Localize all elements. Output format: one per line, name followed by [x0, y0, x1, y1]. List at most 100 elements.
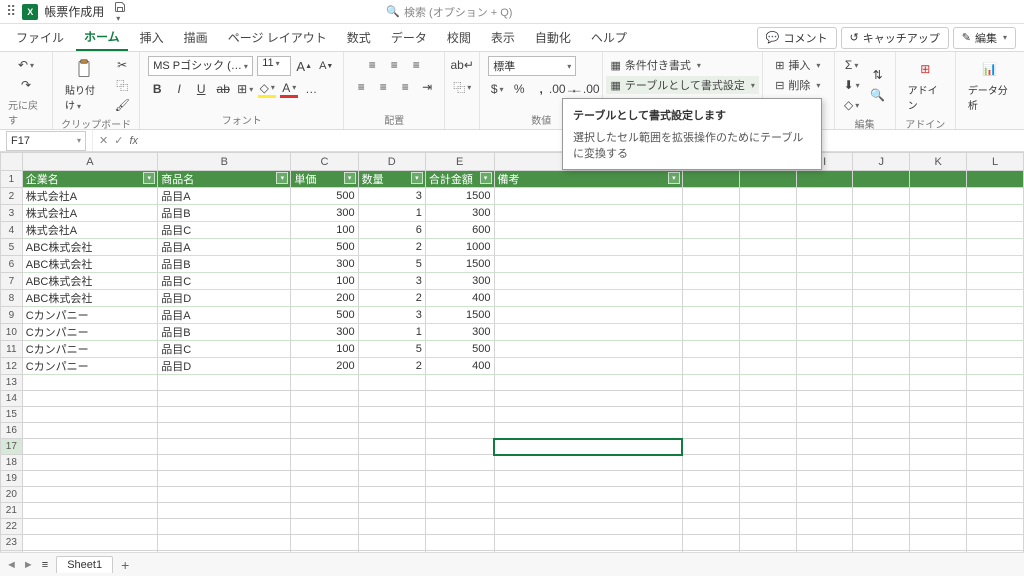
- cell[interactable]: [682, 273, 739, 290]
- cell[interactable]: [494, 455, 682, 471]
- row-header[interactable]: 23: [1, 535, 23, 551]
- cell[interactable]: [910, 273, 967, 290]
- cell[interactable]: [158, 455, 291, 471]
- decrease-font-button[interactable]: A▼: [317, 57, 335, 75]
- cell[interactable]: 3: [358, 273, 425, 290]
- cell[interactable]: [967, 391, 1024, 407]
- filter-dropdown-icon[interactable]: ▾: [143, 172, 155, 184]
- editing-mode-button[interactable]: ✎編集: [953, 27, 1016, 49]
- cell[interactable]: [158, 551, 291, 553]
- row-header[interactable]: 17: [1, 439, 23, 455]
- comments-button[interactable]: 💬コメント: [757, 27, 837, 49]
- cell[interactable]: [22, 551, 157, 553]
- cell[interactable]: [853, 341, 910, 358]
- cell[interactable]: [22, 471, 157, 487]
- cell[interactable]: [910, 487, 967, 503]
- cell[interactable]: 500: [291, 188, 358, 205]
- cell[interactable]: [967, 471, 1024, 487]
- cell[interactable]: [425, 407, 494, 423]
- cell[interactable]: 品目C: [158, 341, 291, 358]
- increase-decimal-button[interactable]: .00→: [554, 80, 572, 98]
- cell[interactable]: [22, 391, 157, 407]
- cell[interactable]: [158, 471, 291, 487]
- cell[interactable]: 200: [291, 358, 358, 375]
- cell[interactable]: [682, 358, 739, 375]
- cell[interactable]: [682, 551, 739, 553]
- cell[interactable]: [796, 358, 853, 375]
- tab-insert[interactable]: 挿入: [132, 25, 172, 50]
- cell[interactable]: [739, 188, 796, 205]
- cell[interactable]: [853, 205, 910, 222]
- cell[interactable]: [910, 519, 967, 535]
- cell[interactable]: [682, 455, 739, 471]
- cell[interactable]: [291, 375, 358, 391]
- cell[interactable]: [494, 205, 682, 222]
- font-name-select[interactable]: MS Pゴシック (…: [148, 56, 253, 76]
- row-header[interactable]: 15: [1, 407, 23, 423]
- cell[interactable]: [853, 391, 910, 407]
- row-header[interactable]: 22: [1, 519, 23, 535]
- cell[interactable]: [796, 290, 853, 307]
- cell[interactable]: [494, 358, 682, 375]
- cell[interactable]: [494, 519, 682, 535]
- row-header[interactable]: 1: [1, 171, 23, 188]
- cell[interactable]: [158, 487, 291, 503]
- cell[interactable]: 2: [358, 358, 425, 375]
- cell[interactable]: 1500: [425, 188, 494, 205]
- cell[interactable]: [967, 487, 1024, 503]
- cell[interactable]: [291, 551, 358, 553]
- cell[interactable]: [967, 188, 1024, 205]
- cell[interactable]: [494, 239, 682, 256]
- cell[interactable]: [291, 455, 358, 471]
- cell[interactable]: [967, 324, 1024, 341]
- fx-icon[interactable]: fx: [129, 135, 144, 147]
- cell[interactable]: [682, 256, 739, 273]
- cell[interactable]: [494, 222, 682, 239]
- cell[interactable]: 300: [425, 205, 494, 222]
- row-header[interactable]: 10: [1, 324, 23, 341]
- cell[interactable]: 品目D: [158, 358, 291, 375]
- cell[interactable]: [853, 273, 910, 290]
- cell[interactable]: [358, 407, 425, 423]
- cell[interactable]: [796, 375, 853, 391]
- cell[interactable]: [910, 375, 967, 391]
- cell[interactable]: 300: [291, 205, 358, 222]
- cell[interactable]: [739, 222, 796, 239]
- search-box[interactable]: 🔍 検索 (オプション + Q): [386, 4, 512, 20]
- cell[interactable]: [494, 307, 682, 324]
- row-header[interactable]: 18: [1, 455, 23, 471]
- cell[interactable]: [682, 471, 739, 487]
- cell[interactable]: 500: [291, 239, 358, 256]
- cell[interactable]: [358, 391, 425, 407]
- cell[interactable]: [853, 290, 910, 307]
- cell[interactable]: [967, 307, 1024, 324]
- cell[interactable]: 1500: [425, 256, 494, 273]
- cell[interactable]: 品目A: [158, 307, 291, 324]
- row-header[interactable]: 21: [1, 503, 23, 519]
- cell[interactable]: [158, 375, 291, 391]
- cell[interactable]: [22, 487, 157, 503]
- font-color-button[interactable]: A: [280, 80, 298, 98]
- cell[interactable]: [739, 171, 796, 188]
- cell[interactable]: [796, 256, 853, 273]
- cell[interactable]: 300: [425, 324, 494, 341]
- cell[interactable]: [291, 535, 358, 551]
- cell[interactable]: [910, 239, 967, 256]
- table-header-cell[interactable]: 数量▾: [358, 171, 425, 188]
- sheet-nav-next-icon[interactable]: ►: [23, 559, 34, 571]
- cell[interactable]: 400: [425, 290, 494, 307]
- cell[interactable]: 品目B: [158, 324, 291, 341]
- filter-dropdown-icon[interactable]: ▾: [668, 172, 680, 184]
- cell[interactable]: [682, 171, 739, 188]
- cell[interactable]: [494, 188, 682, 205]
- tab-view[interactable]: 表示: [483, 25, 523, 50]
- cell[interactable]: [682, 535, 739, 551]
- cell[interactable]: [910, 307, 967, 324]
- cell[interactable]: ABC株式会社: [22, 239, 157, 256]
- cell[interactable]: [853, 487, 910, 503]
- cell[interactable]: 300: [425, 273, 494, 290]
- col-header[interactable]: J: [853, 153, 910, 171]
- cell[interactable]: [358, 487, 425, 503]
- cell[interactable]: [796, 535, 853, 551]
- cell[interactable]: [494, 439, 682, 455]
